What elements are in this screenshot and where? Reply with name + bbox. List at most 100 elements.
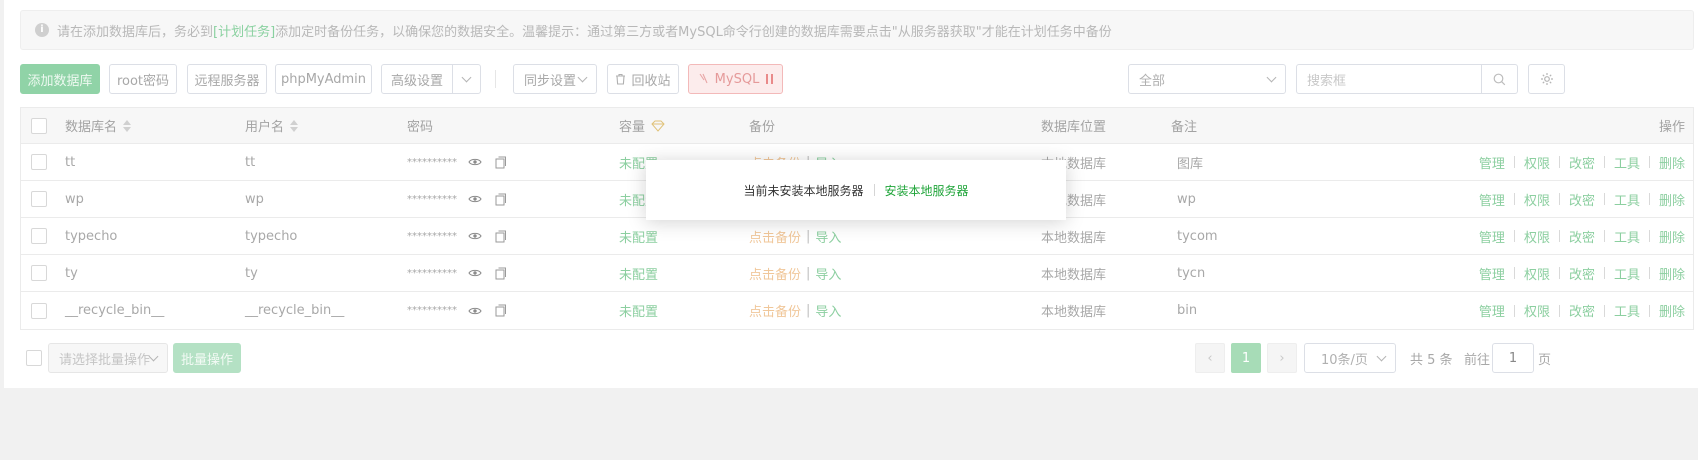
goto-page-input[interactable]: 1 <box>1492 343 1534 373</box>
page-number-button[interactable]: 1 <box>1231 343 1261 373</box>
row-username: typecho <box>245 228 298 244</box>
remote-server-button[interactable]: 远程服务器 <box>187 64 267 94</box>
header-name[interactable]: 数据库名 <box>65 108 132 143</box>
header-name-label: 数据库名 <box>65 120 118 135</box>
filter-select[interactable]: 全部 <box>1128 64 1286 94</box>
row-action-1[interactable]: 权限 <box>1524 227 1550 246</box>
row-action-0[interactable]: 管理 <box>1479 190 1505 209</box>
row-action-4[interactable]: 删除 <box>1659 264 1685 283</box>
row-checkbox[interactable] <box>31 228 47 244</box>
toolbar-divider <box>495 70 496 88</box>
row-note[interactable]: tycom <box>1177 218 1218 254</box>
copy-icon[interactable] <box>493 154 509 170</box>
batch-action-select[interactable]: 请选择批量操作 <box>48 343 168 373</box>
row-backup-link[interactable]: 点击备份 <box>749 227 801 246</box>
ops-divider <box>1603 156 1605 168</box>
batch-action-button[interactable]: 批量操作 <box>173 343 241 373</box>
mysql-status-button[interactable]: MySQL <box>688 64 783 94</box>
row-import-link[interactable]: 导入 <box>815 227 841 246</box>
row-action-3[interactable]: 工具 <box>1614 153 1640 172</box>
row-import-link[interactable]: 导入 <box>815 264 841 283</box>
row-note[interactable]: bin <box>1177 292 1197 329</box>
row-action-2[interactable]: 改密 <box>1569 227 1595 246</box>
row-action-2[interactable]: 改密 <box>1569 190 1595 209</box>
copy-icon[interactable] <box>493 265 509 281</box>
row-action-3[interactable]: 工具 <box>1614 264 1640 283</box>
row-action-4[interactable]: 删除 <box>1659 153 1685 172</box>
root-password-button[interactable]: root密码 <box>109 64 177 94</box>
add-database-button[interactable]: 添加数据库 <box>20 64 100 94</box>
row-action-2[interactable]: 改密 <box>1569 264 1595 283</box>
row-note[interactable]: wp <box>1177 181 1196 217</box>
row-action-0[interactable]: 管理 <box>1479 227 1505 246</box>
row-username: __recycle_bin__ <box>245 303 345 318</box>
row-location: 本地数据库 <box>1041 230 1107 246</box>
copy-icon[interactable] <box>493 191 509 207</box>
row-checkbox[interactable] <box>31 265 47 281</box>
eye-icon[interactable] <box>467 228 483 244</box>
row-actions: 管理 权限 改密 工具 删除 <box>1479 181 1685 217</box>
footer-select-checkbox[interactable] <box>26 350 42 366</box>
row-capacity[interactable]: 未配置 <box>619 255 658 291</box>
next-page-button[interactable]: › <box>1267 343 1297 373</box>
eye-icon[interactable] <box>467 265 483 281</box>
row-action-0[interactable]: 管理 <box>1479 153 1505 172</box>
row-action-2[interactable]: 改密 <box>1569 153 1595 172</box>
table-row: ty ty ********** 未配置 点击备份 | 导入 本地数据库 tycn 管理 权限 改密工… <box>21 255 1693 292</box>
row-capacity[interactable]: 未配置 <box>619 292 658 329</box>
copy-icon[interactable] <box>493 303 509 319</box>
copy-icon[interactable] <box>493 228 509 244</box>
eye-icon[interactable] <box>467 303 483 319</box>
ops-divider <box>1648 304 1650 317</box>
eye-icon[interactable] <box>467 154 483 170</box>
row-action-1[interactable]: 权限 <box>1524 301 1550 320</box>
row-action-4[interactable]: 删除 <box>1659 301 1685 320</box>
row-action-1[interactable]: 权限 <box>1524 153 1550 172</box>
sync-settings-button[interactable]: 同步设置 <box>513 64 597 94</box>
settings-button[interactable] <box>1528 64 1565 94</box>
search-button[interactable] <box>1481 64 1518 94</box>
row-import-link[interactable]: 导入 <box>815 301 841 320</box>
prev-page-button[interactable]: ‹ <box>1195 343 1225 373</box>
row-username: tt <box>245 154 256 170</box>
row-action-3[interactable]: 工具 <box>1614 301 1640 320</box>
recycle-bin-button[interactable]: 回收站 <box>607 64 679 94</box>
backup-divider: | <box>806 265 811 281</box>
row-action-3[interactable]: 工具 <box>1614 190 1640 209</box>
search-input[interactable]: 搜索框 <box>1296 64 1482 94</box>
row-checkbox[interactable] <box>31 154 47 170</box>
row-action-4[interactable]: 删除 <box>1659 227 1685 246</box>
page-size-select[interactable]: 10条/页 <box>1304 343 1396 373</box>
ops-divider <box>1603 193 1605 205</box>
row-checkbox[interactable] <box>31 191 47 207</box>
select-all-checkbox[interactable] <box>31 117 47 134</box>
phpmyadmin-button[interactable]: phpMyAdmin <box>275 64 372 94</box>
eye-icon[interactable] <box>467 191 483 207</box>
row-action-1[interactable]: 权限 <box>1524 190 1550 209</box>
advanced-settings-dropdown[interactable] <box>452 64 481 94</box>
ops-divider <box>1558 267 1560 279</box>
row-action-2[interactable]: 改密 <box>1569 301 1595 320</box>
row-backup-link[interactable]: 点击备份 <box>749 301 801 320</box>
row-action-0[interactable]: 管理 <box>1479 264 1505 283</box>
header-location: 数据库位置 <box>1041 120 1107 135</box>
row-action-1[interactable]: 权限 <box>1524 264 1550 283</box>
row-note[interactable]: tycn <box>1177 255 1205 291</box>
total-count: 共 5 条 <box>1410 352 1453 368</box>
header-user[interactable]: 用户名 <box>245 108 299 143</box>
row-note[interactable]: 图库 <box>1177 144 1203 180</box>
row-action-3[interactable]: 工具 <box>1614 227 1640 246</box>
ops-divider <box>1558 304 1560 317</box>
ops-divider <box>1513 156 1515 168</box>
install-server-link[interactable]: 安装本地服务器 <box>885 182 969 199</box>
row-checkbox[interactable] <box>31 302 47 319</box>
table-header: 数据库名 用户名 密码 容量 备份 数据库位置 备注 操作 <box>21 108 1693 144</box>
cron-task-link[interactable]: [计划任务] <box>213 21 275 40</box>
row-backup-link[interactable]: 点击备份 <box>749 264 801 283</box>
row-db-name: tt <box>65 154 76 170</box>
row-action-4[interactable]: 删除 <box>1659 190 1685 209</box>
advanced-settings-button[interactable]: 高级设置 <box>381 64 453 94</box>
row-action-0[interactable]: 管理 <box>1479 301 1505 320</box>
row-capacity[interactable]: 未配置 <box>619 218 658 254</box>
mysql-label: MySQL <box>714 71 760 87</box>
